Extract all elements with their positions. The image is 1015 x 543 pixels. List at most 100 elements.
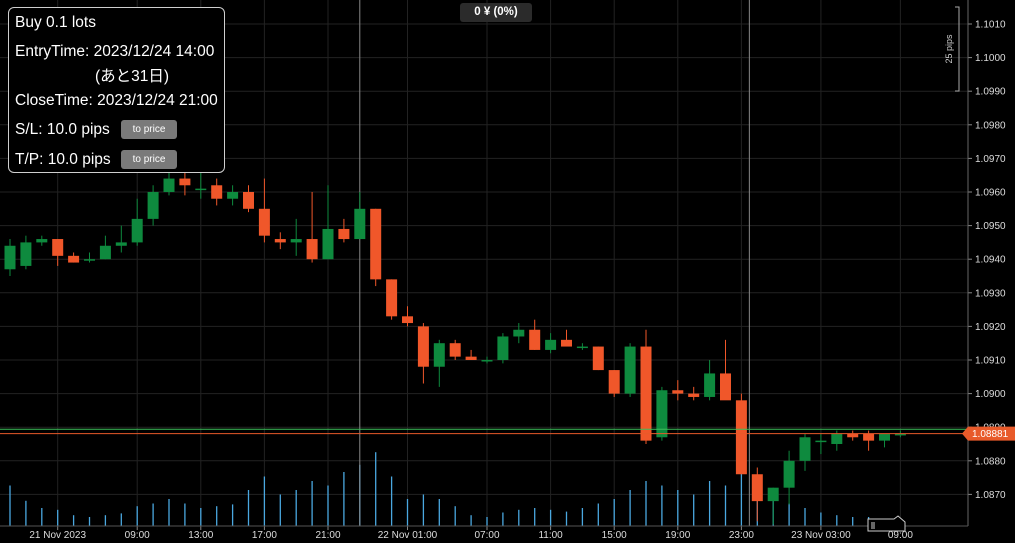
candle-body <box>735 400 747 475</box>
candle-body <box>36 239 48 243</box>
candle-body <box>529 329 541 350</box>
candle-body <box>767 487 779 502</box>
x-tick-label: 21 Nov 2023 <box>29 530 86 541</box>
close-time: CloseTime: 2023/12/24 21:00 <box>15 92 218 109</box>
candle-body <box>672 390 684 394</box>
pips-range-label: 25 pips <box>944 34 954 64</box>
candle-body <box>704 373 716 397</box>
candle-body <box>545 339 557 350</box>
candle-body <box>386 279 398 317</box>
candle-body <box>227 192 239 199</box>
x-tick-label: 09:00 <box>125 530 150 541</box>
candle-body <box>4 245 16 270</box>
trade-panel: Buy 0.1 lots EntryTime: 2023/12/24 14:00… <box>8 7 225 173</box>
x-tick-label: 23 Nov 03:00 <box>791 530 851 541</box>
stop-loss-label: S/L: 10.0 pips <box>15 121 110 138</box>
candle-body <box>497 336 509 360</box>
entry-time: EntryTime: 2023/12/24 14:00 <box>15 43 215 60</box>
current-price-label: 1.08881 <box>972 429 1009 440</box>
stop-loss-to-price-button[interactable]: to price <box>121 120 177 139</box>
candle-body <box>513 329 525 337</box>
y-tick-label: 1.0930 <box>975 288 1006 299</box>
candle-body <box>306 239 318 260</box>
candle-body <box>163 178 175 192</box>
candle-body <box>417 326 429 367</box>
candle-body <box>847 433 859 438</box>
candle-body <box>84 259 95 261</box>
x-tick-label: 13:00 <box>188 530 213 541</box>
candle-body <box>751 474 763 502</box>
x-tick-label: 15:00 <box>602 530 627 541</box>
y-tick-label: 1.0940 <box>975 255 1006 266</box>
x-tick-label: 22 Nov 01:00 <box>378 530 438 541</box>
candle-body <box>290 239 302 243</box>
take-profit-to-price-button[interactable]: to price <box>121 150 177 169</box>
x-tick-label: 21:00 <box>315 530 340 541</box>
y-tick-label: 1.1000 <box>975 53 1006 64</box>
candle-body <box>831 433 843 444</box>
pips-range-bracket <box>955 6 960 92</box>
candle-body <box>640 346 652 441</box>
candle-body <box>131 218 143 243</box>
y-tick-label: 1.0950 <box>975 221 1006 232</box>
candle-body <box>561 339 572 347</box>
candle-body <box>322 228 334 260</box>
candle-body <box>481 360 493 362</box>
trade-title: Buy 0.1 lots <box>15 14 96 31</box>
candle-body <box>720 373 731 401</box>
x-tick-label: 09:00 <box>888 530 913 541</box>
candle-body <box>592 346 604 371</box>
candle-body <box>465 356 477 360</box>
candle-body <box>179 178 191 186</box>
candle-body <box>52 239 64 256</box>
candle-body <box>99 245 111 260</box>
price-lines <box>0 428 968 435</box>
y-tick-label: 1.0970 <box>975 154 1006 165</box>
candle-body <box>894 433 906 436</box>
x-tick-label: 23:00 <box>729 530 754 541</box>
y-tick-label: 1.0960 <box>975 188 1006 199</box>
candle-body <box>656 390 668 438</box>
candle-body <box>608 370 620 394</box>
candle-body <box>879 433 890 441</box>
candle-body <box>68 255 80 263</box>
candle-body <box>688 393 700 397</box>
x-tick-label: 11:00 <box>538 530 563 541</box>
candle-body <box>274 239 286 243</box>
candle-body <box>863 433 875 441</box>
candle-body <box>115 242 127 246</box>
time-markers <box>359 0 750 526</box>
candle-body <box>799 437 811 461</box>
y-tick-label: 1.0980 <box>975 120 1006 131</box>
price-axis[interactable]: 1.1010 1.1000 1.0990 1.0980 1.0970 1.0960 1.09… <box>944 0 1015 526</box>
time-scroll-handle[interactable] <box>867 515 906 532</box>
candlesticks <box>4 171 906 525</box>
time-axis[interactable]: 21 Nov 2023 09:00 13:00 17:00 21:00 22 Nov 01… <box>0 515 968 541</box>
candle-body <box>147 192 159 219</box>
x-tick-label: 07:00 <box>474 530 499 541</box>
candle-body <box>402 316 413 324</box>
candle-body <box>815 440 827 443</box>
candle-body <box>576 346 588 349</box>
candle-body <box>211 185 223 199</box>
y-tick-label: 1.0870 <box>975 490 1006 501</box>
y-tick-label: 1.0920 <box>975 322 1006 333</box>
candle-body <box>449 343 461 357</box>
y-tick-label: 1.0990 <box>975 87 1006 98</box>
candle-body <box>783 460 795 488</box>
y-tick-label: 1.0880 <box>975 456 1006 467</box>
x-tick-label: 19:00 <box>665 530 690 541</box>
y-tick-label: 1.1010 <box>975 20 1006 31</box>
candle-body <box>20 242 32 266</box>
candle-body <box>370 208 382 280</box>
candle-body <box>338 228 350 240</box>
y-tick-label: 1.0900 <box>975 389 1006 400</box>
candle-body <box>354 208 366 240</box>
candle-body <box>258 208 270 236</box>
volume-bars <box>9 452 902 526</box>
entry-remaining: (あと31日) <box>95 68 170 85</box>
candle-body <box>195 188 207 191</box>
x-tick-label: 17:00 <box>252 530 277 541</box>
pnl-badge: 0 ¥ (0%) <box>460 3 532 22</box>
take-profit-label: T/P: 10.0 pips <box>15 151 111 168</box>
